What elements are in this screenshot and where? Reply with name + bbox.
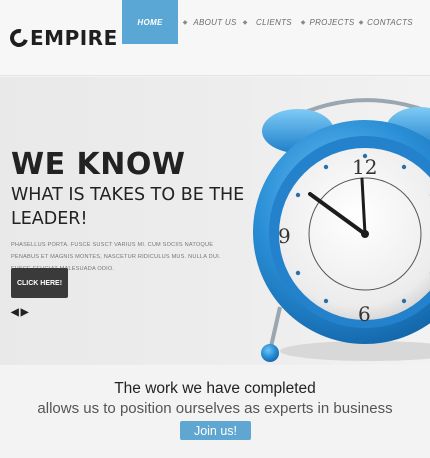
ring-logo-icon [6,25,32,51]
promo-line-1: The work we have completed [114,380,316,397]
hero-slider: WE KNOW WHAT IS TAKES TO BE THE LEADER! … [0,77,430,365]
nav-item-home[interactable]: HOME [122,0,178,44]
logo[interactable]: EMPIRE [6,25,118,51]
nav-item-clients[interactable]: CLIENTS [252,0,296,44]
site-header: EMPIRE HOME ◆ ABOUT US ◆ CLIENTS ◆ PROJE… [0,0,430,76]
clock-numeral-nine: 9 [278,224,291,248]
slider-arrows: ◀ ▶ [11,307,28,318]
clock-numeral-six: 6 [358,302,371,326]
nav-separator-icon: ◆ [300,19,306,26]
click-here-button[interactable]: CLICK HERE! [11,268,68,298]
nav-separator-icon: ◆ [182,19,188,26]
promo-banner: The work we have completed allows us to … [0,366,430,458]
nav-separator-icon: ◆ [358,19,364,26]
nav-separator-icon: ◆ [242,19,248,26]
hero-headline: WE KNOW [11,147,186,182]
nav-item-about[interactable]: ABOUT US [192,0,238,44]
alarm-clock-image: 12 3 6 9 [253,98,430,362]
join-us-button[interactable]: Join us! [180,421,251,440]
nav-item-contacts[interactable]: CONTACTS [367,0,413,44]
logo-text: EMPIRE [30,26,118,50]
main-nav: HOME ◆ ABOUT US ◆ CLIENTS ◆ PROJECTS ◆ C… [122,0,413,76]
nav-item-projects[interactable]: PROJECTS [309,0,354,44]
next-arrow-icon[interactable]: ▶ [21,307,29,318]
prev-arrow-icon[interactable]: ◀ [11,307,19,318]
hero-subheadline: WHAT IS TAKES TO BE THE LEADER! [11,185,245,229]
promo-line-2: allows us to position ourselves as exper… [37,400,393,417]
clock-numeral-twelve: 12 [352,155,377,179]
